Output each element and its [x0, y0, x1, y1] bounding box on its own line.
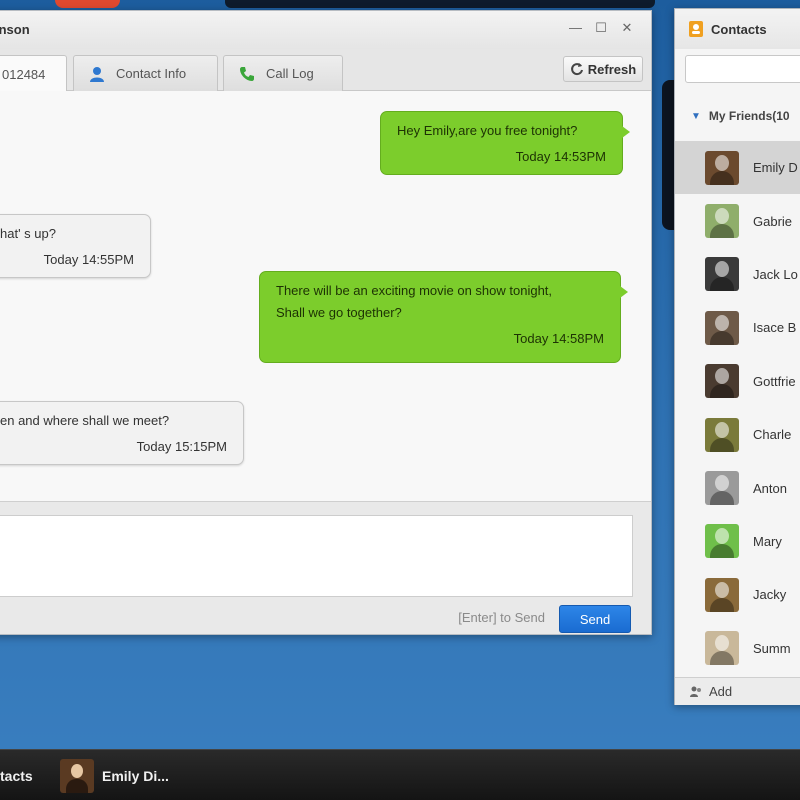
refresh-label: Refresh [587, 61, 637, 77]
add-label: Add [709, 684, 733, 699]
contact-name: Isace B [753, 320, 797, 336]
message-input[interactable] [0, 515, 633, 597]
refresh-button[interactable]: Refresh [563, 56, 643, 82]
message-bubble-incoming: hat' s up? Today 14:55PM [0, 214, 151, 278]
maximize-button[interactable]: ☐ [595, 20, 607, 36]
contacts-title-bar[interactable]: Contacts [675, 9, 800, 49]
desktop-window-edge [225, 0, 655, 8]
contact-name: Jacky [753, 587, 787, 603]
tab-call-log[interactable]: Call Log [223, 55, 343, 91]
contact-name: Anton [753, 480, 787, 496]
avatar [705, 471, 739, 506]
title-bar[interactable]: inson — ☐ ✕ [0, 11, 651, 49]
message-time: Today 14:58PM [513, 331, 604, 346]
tab-label: 012484 [2, 66, 46, 82]
avatar [705, 310, 739, 345]
taskbar-item-label: tacts [0, 767, 33, 784]
send-button[interactable]: Send [559, 605, 631, 633]
contacts-title: Contacts [711, 21, 767, 37]
tab-contact-info[interactable]: Contact Info [73, 55, 218, 91]
contact-item[interactable]: Anton [675, 461, 800, 514]
avatar [705, 364, 739, 399]
chat-window: inson — ☐ ✕ 012484 Contact Info Call Log [0, 10, 652, 635]
contact-item[interactable]: Summ [675, 622, 800, 675]
person-icon [90, 66, 104, 82]
compose-area: [Enter] to Send Send [0, 501, 651, 634]
contacts-panel: Contacts ▼ My Friends(10 Emily D Gabrie … [674, 8, 800, 705]
taskbar-item-contacts[interactable]: tacts [0, 750, 33, 800]
tab-label: Contact Info [116, 66, 187, 81]
avatar [705, 257, 739, 292]
contact-name: Gottfrie [753, 373, 796, 389]
tab-bar: 012484 Contact Info Call Log Refresh [0, 49, 651, 92]
contact-item[interactable]: Charle [675, 408, 800, 461]
avatar [705, 577, 739, 612]
contacts-book-icon [689, 21, 703, 37]
contact-item[interactable]: Jack Lo [675, 248, 800, 301]
message-time: Today 15:15PM [136, 439, 227, 454]
contact-item[interactable]: Mary [675, 515, 800, 568]
desktop-decoration [55, 0, 120, 8]
window-controls: — ☐ ✕ [569, 20, 633, 36]
message-bubble-outgoing: There will be an exciting movie on show … [259, 271, 628, 363]
contact-name: Emily D [753, 160, 798, 176]
tab-label: Call Log [266, 66, 314, 81]
avatar [705, 150, 739, 185]
contact-item[interactable]: Gabrie [675, 194, 800, 247]
close-button[interactable]: ✕ [621, 20, 633, 36]
refresh-icon [570, 63, 583, 76]
message-time: Today 14:55PM [43, 252, 134, 267]
contact-name: Mary [753, 533, 782, 549]
contact-item[interactable]: Jacky [675, 568, 800, 621]
add-contact-button[interactable]: Add [675, 677, 800, 705]
message-text: hat' s up? [0, 226, 56, 241]
contact-name: Jack Lo [753, 266, 798, 282]
contact-name: Gabrie [753, 213, 793, 229]
message-list[interactable]: Hey Emily,are you free tonight? Today 14… [0, 91, 651, 501]
avatar [705, 204, 739, 239]
avatar [60, 758, 94, 793]
window-title: inson [0, 22, 30, 37]
message-text: There will be an exciting movie on show … [276, 283, 553, 298]
minimize-button[interactable]: — [569, 20, 582, 36]
contact-item[interactable]: Emily D [675, 141, 800, 195]
taskbar: tacts Emily Di... [0, 749, 800, 800]
contact-list: Emily D Gabrie Jack Lo Isace B Gottfrie … [675, 141, 800, 675]
message-text: en and where shall we meet? [0, 413, 170, 428]
message-text-line2: Shall we go together? [276, 305, 402, 320]
contacts-search-input[interactable] [685, 55, 800, 83]
avatar [705, 524, 739, 559]
phone-icon [240, 66, 254, 81]
add-user-icon [690, 686, 701, 697]
avatar [705, 417, 739, 452]
message-text: Hey Emily,are you free tonight? [397, 123, 578, 138]
avatar [705, 631, 739, 666]
expand-triangle-icon: ▼ [691, 110, 701, 122]
tab-chat[interactable]: 012484 [0, 55, 67, 92]
message-bubble-incoming: en and where shall we meet? Today 15:15P… [0, 401, 244, 465]
contact-item[interactable]: Isace B [675, 301, 800, 354]
contact-name: Charle [753, 427, 792, 443]
contact-group-header[interactable]: ▼ My Friends(10 [691, 109, 790, 123]
taskbar-item-chat[interactable]: Emily Di... [60, 750, 169, 800]
contact-item[interactable]: Gottfrie [675, 355, 800, 408]
taskbar-item-label: Emily Di... [102, 767, 169, 784]
contact-group-label: My Friends(10 [708, 109, 790, 123]
send-hint: [Enter] to Send [458, 610, 545, 625]
contact-name: Summ [753, 640, 791, 656]
message-bubble-outgoing: Hey Emily,are you free tonight? Today 14… [380, 111, 630, 175]
message-time: Today 14:53PM [515, 149, 606, 164]
